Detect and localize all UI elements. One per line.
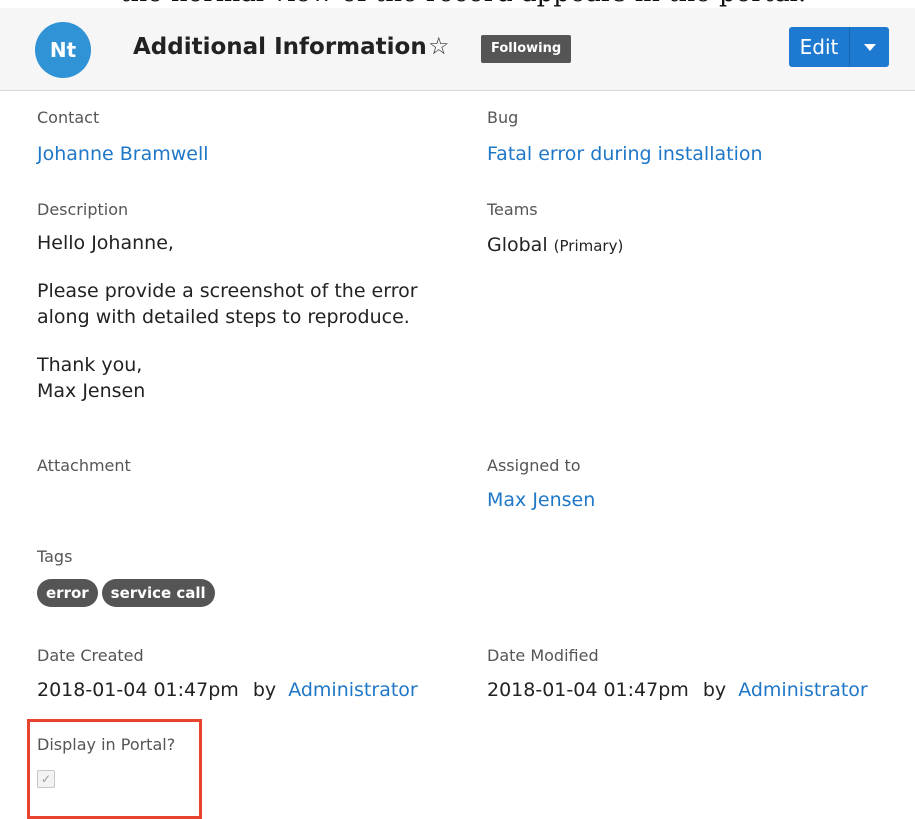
attachment-label: Attachment <box>37 456 131 475</box>
edit-button[interactable]: Edit <box>789 27 850 67</box>
date-modified-label: Date Modified <box>487 646 599 665</box>
date-modified-timestamp: 2018-01-04 01:47pm <box>487 679 689 701</box>
description-line: Please provide a screenshot of the error <box>37 280 418 302</box>
description-line: Hello Johanne, <box>37 232 174 254</box>
created-by-user-link[interactable]: Administrator <box>288 679 418 701</box>
edit-button-group: Edit <box>789 27 889 67</box>
tag-error[interactable]: error <box>37 579 98 607</box>
bug-label: Bug <box>487 108 519 127</box>
description-line: Thank you, <box>37 354 143 376</box>
tags-list: error service call <box>37 579 215 607</box>
highlight-box <box>27 719 202 819</box>
following-badge[interactable]: Following <box>481 35 572 63</box>
teams-label: Teams <box>487 200 538 219</box>
description-line: Max Jensen <box>37 380 146 402</box>
contact-label: Contact <box>37 108 100 127</box>
description-label: Description <box>37 200 129 219</box>
date-created-timestamp: 2018-01-04 01:47pm <box>37 679 239 701</box>
teams-value: Global (Primary) <box>487 234 623 256</box>
assigned-to-label: Assigned to <box>487 456 581 475</box>
caption-text: the normal view of the record appears in… <box>120 0 806 8</box>
date-created-label: Date Created <box>37 646 144 665</box>
assigned-user-link[interactable]: Max Jensen <box>487 489 595 511</box>
display-in-portal-checkbox[interactable]: ✓ <box>37 770 55 788</box>
contact-link[interactable]: Johanne Bramwell <box>37 143 209 165</box>
description-value: Hello Johanne, Please provide a screensh… <box>37 230 457 404</box>
bug-link[interactable]: Fatal error during installation <box>487 143 763 165</box>
module-avatar: Nt <box>35 22 91 78</box>
team-primary-tag: (Primary) <box>553 237 624 255</box>
description-line: along with detailed steps to reproduce. <box>37 306 410 328</box>
date-modified-by: by <box>702 679 727 701</box>
record-header: Nt Additional Information ☆ Following Ed… <box>0 8 915 91</box>
team-name: Global <box>487 234 548 256</box>
modified-by-user-link[interactable]: Administrator <box>738 679 868 701</box>
record-title: Additional Information <box>133 34 427 60</box>
date-created-value: 2018-01-04 01:47pm by Administrator <box>37 679 418 701</box>
date-created-by: by <box>252 679 277 701</box>
date-modified-value: 2018-01-04 01:47pm by Administrator <box>487 679 868 701</box>
tags-label: Tags <box>37 547 73 566</box>
cropped-caption: the normal view of the record appears in… <box>0 0 915 8</box>
favorite-star-icon[interactable]: ☆ <box>428 32 450 60</box>
actions-dropdown-button[interactable] <box>850 27 889 67</box>
display-in-portal-label: Display in Portal? <box>37 735 176 754</box>
tag-service-call[interactable]: service call <box>101 579 215 607</box>
caret-down-icon <box>863 43 876 51</box>
